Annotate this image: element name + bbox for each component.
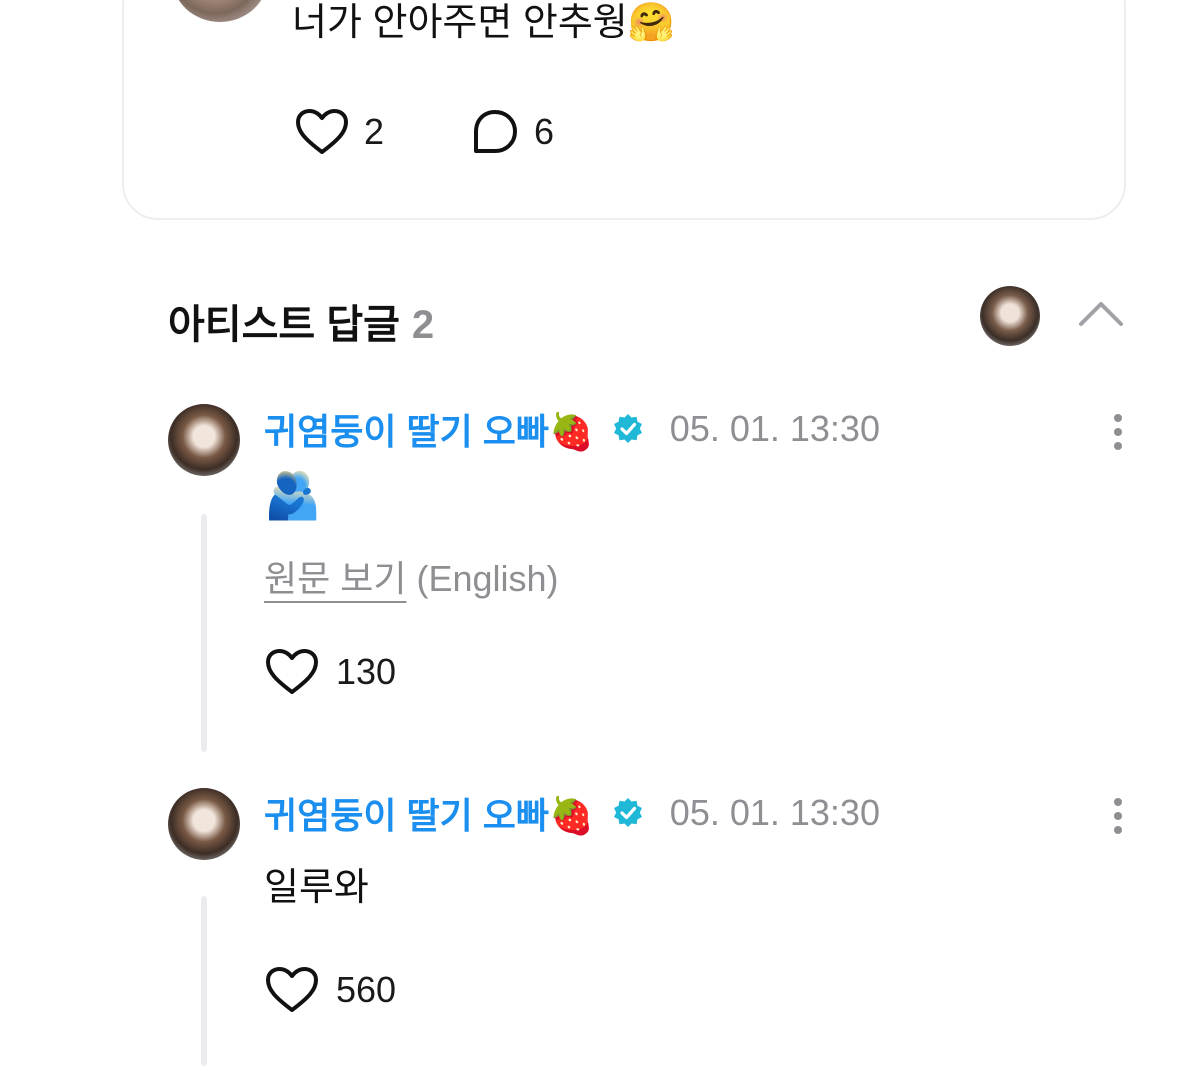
reply-like-count: 560 xyxy=(336,969,397,1010)
reply-like-count: 130 xyxy=(336,651,397,692)
thread-line xyxy=(201,514,207,752)
heart-outline-icon xyxy=(296,109,348,154)
artist-replies-header: 아티스트 답글 2 xyxy=(168,286,1128,350)
post-text-content: 너가 안아주면 안추웡 xyxy=(292,2,628,44)
reply-meta: 귀염둥이 딸기 오빠🍓 05. 01. 13:30 xyxy=(264,404,880,454)
vertical-ellipsis-icon xyxy=(1114,798,1122,834)
post-text: 너가 안아주면 안추웡🤗 xyxy=(292,0,675,48)
post-comment-button[interactable]: 6 xyxy=(470,108,554,156)
reply-text: 일루와 xyxy=(264,867,369,909)
verified-badge-icon xyxy=(612,797,644,829)
thread-line xyxy=(201,896,207,1066)
artist-replies-title-text: 아티스트 답글 xyxy=(168,303,400,347)
chevron-up-icon xyxy=(1079,302,1123,326)
post-card: 너가 안아주면 안추웡🤗 2 6 xyxy=(122,0,1126,220)
reply-more-button[interactable] xyxy=(1106,796,1130,836)
artist-reply-1: 귀염둥이 딸기 오빠🍓 05. 01. 13:30 🫂 원문 보기 (Engli… xyxy=(168,404,1128,764)
heart-outline-icon xyxy=(266,649,318,694)
reply-author-name[interactable]: 귀염둥이 딸기 오빠🍓 xyxy=(264,787,594,839)
post-author-avatar[interactable] xyxy=(172,0,268,22)
hugging-face-emoji: 🤗 xyxy=(627,2,676,44)
original-language-label: (English) xyxy=(416,558,559,599)
post-comment-count: 6 xyxy=(534,111,555,152)
verified-badge-icon xyxy=(612,413,644,445)
reply-more-button[interactable] xyxy=(1106,412,1130,452)
post-actions: 2 6 xyxy=(294,108,554,156)
artist-reply-2: 귀염둥이 딸기 오빠🍓 05. 01. 13:30 일루와 560 xyxy=(168,788,1130,1066)
vertical-ellipsis-icon xyxy=(1114,414,1122,450)
artist-replies-title: 아티스트 답글 2 xyxy=(168,292,434,350)
people-hugging-emoji: 🫂 xyxy=(264,469,322,521)
reply-author-avatar[interactable] xyxy=(168,788,240,860)
artist-replies-count: 2 xyxy=(411,303,435,347)
artist-avatar[interactable] xyxy=(980,286,1040,346)
reply-author-avatar[interactable] xyxy=(168,404,240,476)
post-like-count: 2 xyxy=(364,111,385,152)
speech-bubble-icon xyxy=(474,110,518,153)
reply-like-button[interactable]: 560 xyxy=(264,966,396,1014)
view-original-row: 원문 보기 (English) xyxy=(264,550,559,602)
collapse-button[interactable] xyxy=(1078,298,1124,328)
heart-outline-icon xyxy=(266,967,318,1012)
view-original-link[interactable]: 원문 보기 xyxy=(264,558,406,599)
post-like-button[interactable]: 2 xyxy=(294,108,384,156)
reply-like-button[interactable]: 130 xyxy=(264,648,396,696)
reply-meta: 귀염둥이 딸기 오빠🍓 05. 01. 13:30 xyxy=(264,788,880,838)
reply-author-name[interactable]: 귀염둥이 딸기 오빠🍓 xyxy=(264,403,594,455)
reply-timestamp: 05. 01. 13:30 xyxy=(669,408,880,449)
reply-timestamp: 05. 01. 13:30 xyxy=(669,792,880,833)
